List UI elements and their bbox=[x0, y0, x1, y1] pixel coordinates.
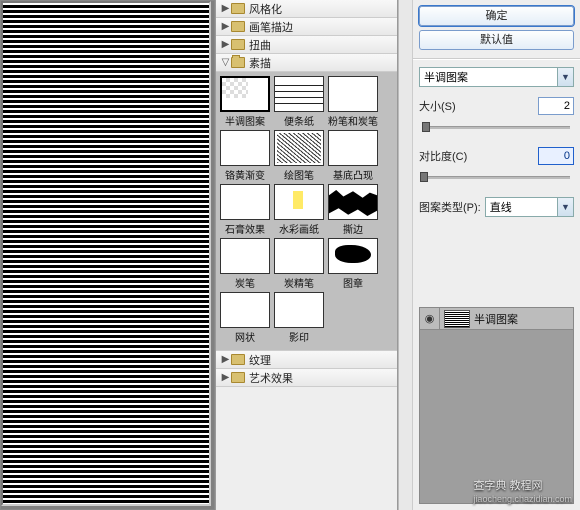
contrast-slider[interactable] bbox=[423, 169, 570, 185]
thumb-image bbox=[220, 292, 270, 328]
thumb-image bbox=[328, 76, 378, 112]
category-distort[interactable]: ▶ 扭曲 bbox=[216, 36, 397, 54]
filter-thumb-12[interactable]: 网状 bbox=[220, 292, 270, 344]
expand-icon[interactable]: ▶ bbox=[220, 372, 231, 383]
category-label: 艺术效果 bbox=[249, 370, 293, 386]
thumb-caption: 半调图案 bbox=[225, 113, 265, 128]
chevron-down-icon[interactable]: ▼ bbox=[557, 198, 573, 216]
layer-thumbnail bbox=[444, 310, 470, 328]
thumb-image bbox=[274, 292, 324, 328]
category-stylize[interactable]: ▶ 风格化 bbox=[216, 0, 397, 18]
ok-button[interactable]: 确定 bbox=[419, 6, 574, 26]
category-label: 画笔描边 bbox=[249, 19, 293, 35]
thumb-caption: 基底凸现 bbox=[333, 167, 373, 182]
thumb-caption: 炭笔 bbox=[235, 275, 255, 290]
thumb-image bbox=[220, 76, 270, 112]
thumb-caption: 石膏效果 bbox=[225, 221, 265, 236]
effect-layers-panel: ◉ 半调图案 bbox=[419, 307, 574, 504]
category-texture[interactable]: ▶ 纹理 bbox=[216, 351, 397, 369]
filter-thumb-10[interactable]: 炭精笔 bbox=[274, 238, 324, 290]
category-artistic[interactable]: ▶ 艺术效果 bbox=[216, 369, 397, 387]
filter-thumb-7[interactable]: 水彩画纸 bbox=[274, 184, 324, 236]
thumb-caption: 炭精笔 bbox=[284, 275, 314, 290]
contrast-input[interactable]: 0 bbox=[538, 147, 574, 165]
filter-thumb-6[interactable]: 石膏效果 bbox=[220, 184, 270, 236]
pattern-select-value: 直线 bbox=[486, 199, 557, 215]
filter-thumb-5[interactable]: 基底凸现 bbox=[328, 130, 378, 182]
pattern-select[interactable]: 直线 ▼ bbox=[485, 197, 574, 217]
category-label: 风格化 bbox=[249, 1, 282, 17]
thumb-image bbox=[220, 130, 270, 166]
category-label: 扭曲 bbox=[249, 37, 271, 53]
filter-thumb-11[interactable]: 图章 bbox=[328, 238, 378, 290]
pattern-param: 图案类型(P): 直线 ▼ bbox=[419, 197, 574, 217]
pattern-label: 图案类型(P): bbox=[419, 199, 481, 215]
folder-open-icon bbox=[231, 57, 245, 68]
filter-select-value: 半调图案 bbox=[420, 69, 557, 85]
visibility-icon[interactable]: ◉ bbox=[420, 308, 440, 330]
thumb-image bbox=[220, 184, 270, 220]
effect-layer-row[interactable]: ◉ 半调图案 bbox=[420, 308, 573, 330]
filter-gallery-window: ▶ 风格化 ▶ 画笔描边 ▶ 扭曲 ▽ 素描 半调图案便条纸粉笔和炭笔铬黄渐变绘… bbox=[0, 0, 580, 510]
category-label: 纹理 bbox=[249, 352, 271, 368]
thumb-image bbox=[328, 184, 378, 220]
expand-icon[interactable]: ▶ bbox=[220, 3, 231, 14]
thumb-caption: 网状 bbox=[235, 329, 255, 344]
thumb-image bbox=[328, 238, 378, 274]
chevron-down-icon[interactable]: ▼ bbox=[557, 68, 573, 86]
collapse-icon[interactable]: ▽ bbox=[220, 57, 231, 68]
category-brushstrokes[interactable]: ▶ 画笔描边 bbox=[216, 18, 397, 36]
thumb-caption: 绘图笔 bbox=[284, 167, 314, 182]
thumb-caption: 粉笔和炭笔 bbox=[328, 113, 378, 128]
contrast-label: 对比度(C) bbox=[419, 148, 534, 164]
thumb-caption: 图章 bbox=[343, 275, 363, 290]
preview-pane[interactable] bbox=[0, 0, 215, 510]
expand-icon[interactable]: ▶ bbox=[220, 354, 231, 365]
thumb-caption: 水彩画纸 bbox=[279, 221, 319, 236]
expand-icon[interactable]: ▶ bbox=[220, 39, 231, 50]
folder-icon bbox=[231, 3, 245, 14]
settings-pane: 确定 默认值 半调图案 ▼ 大小(S) 2 对比度(C) 0 图案类型(P): … bbox=[412, 0, 580, 510]
separator bbox=[413, 58, 580, 59]
folder-icon bbox=[231, 372, 245, 383]
filter-thumb-8[interactable]: 撕边 bbox=[328, 184, 378, 236]
thumb-image bbox=[274, 76, 324, 112]
folder-icon bbox=[231, 21, 245, 32]
thumb-image bbox=[220, 238, 270, 274]
thumb-image bbox=[328, 130, 378, 166]
folder-icon bbox=[231, 39, 245, 50]
layer-name: 半调图案 bbox=[474, 311, 518, 327]
category-scrollbar[interactable] bbox=[398, 0, 412, 510]
filter-thumb-1[interactable]: 便条纸 bbox=[274, 76, 324, 128]
category-sketch[interactable]: ▽ 素描 bbox=[216, 54, 397, 72]
thumb-caption: 影印 bbox=[289, 329, 309, 344]
filter-thumb-4[interactable]: 绘图笔 bbox=[274, 130, 324, 182]
preview-canvas bbox=[1, 1, 211, 506]
filter-thumb-9[interactable]: 炭笔 bbox=[220, 238, 270, 290]
filter-thumb-0[interactable]: 半调图案 bbox=[220, 76, 270, 128]
size-label: 大小(S) bbox=[419, 98, 534, 114]
category-label: 素描 bbox=[249, 55, 271, 71]
filter-categories-pane: ▶ 风格化 ▶ 画笔描边 ▶ 扭曲 ▽ 素描 半调图案 便条纸粉笔和炭笔铬黄渐变 绘… bbox=[215, 0, 398, 510]
size-param: 大小(S) 2 bbox=[419, 97, 574, 115]
folder-icon bbox=[231, 354, 245, 365]
effect-layers-empty bbox=[420, 330, 573, 503]
sketch-thumbnails: 半调图案 便条纸粉笔和炭笔铬黄渐变 绘图笔 基底凸现石膏效果水彩画纸 撕边炭笔 炭精笔 图章… bbox=[216, 72, 397, 351]
thumb-image bbox=[274, 238, 324, 274]
thumb-image bbox=[274, 130, 324, 166]
size-slider[interactable] bbox=[423, 119, 570, 135]
contrast-param: 对比度(C) 0 bbox=[419, 147, 574, 165]
size-input[interactable]: 2 bbox=[538, 97, 574, 115]
filter-thumb-13[interactable]: 影印 bbox=[274, 292, 324, 344]
default-button[interactable]: 默认值 bbox=[419, 30, 574, 50]
thumb-caption: 铬黄渐变 bbox=[225, 167, 265, 182]
thumb-caption: 撕边 bbox=[343, 221, 363, 236]
filter-thumb-3[interactable]: 铬黄渐变 bbox=[220, 130, 270, 182]
expand-icon[interactable]: ▶ bbox=[220, 21, 231, 32]
thumb-caption: 便条纸 bbox=[284, 113, 314, 128]
filter-thumb-2[interactable]: 粉笔和炭笔 bbox=[328, 76, 378, 128]
thumb-image bbox=[274, 184, 324, 220]
filter-select[interactable]: 半调图案 ▼ bbox=[419, 67, 574, 87]
